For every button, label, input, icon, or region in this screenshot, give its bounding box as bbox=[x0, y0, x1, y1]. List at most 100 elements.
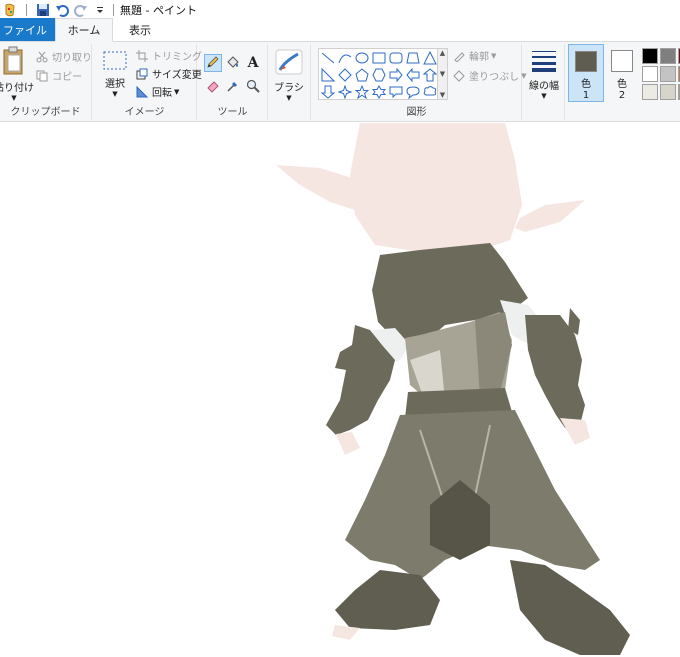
right-arrow-shape[interactable] bbox=[388, 67, 404, 83]
chevron-down-icon: ▼ bbox=[11, 94, 17, 102]
outline-icon bbox=[452, 49, 466, 63]
down-arrow-shape[interactable] bbox=[320, 84, 336, 100]
character-ears bbox=[515, 200, 585, 232]
undo-icon[interactable] bbox=[54, 2, 70, 18]
text-tool[interactable]: A bbox=[244, 54, 262, 72]
select-button[interactable]: 選択 ▼ bbox=[97, 50, 133, 98]
paint-app-icon[interactable] bbox=[2, 2, 18, 18]
color2-button[interactable]: 色 2 bbox=[604, 44, 640, 102]
up-arrow-shape[interactable] bbox=[422, 67, 438, 83]
ribbon-tabs: ファイル ホーム 表示 bbox=[0, 18, 680, 42]
tab-file[interactable]: ファイル bbox=[0, 18, 55, 41]
customize-dropdown-icon[interactable] bbox=[92, 2, 108, 18]
chevron-up-icon[interactable]: ▲ bbox=[440, 49, 445, 57]
six-point-star-shape[interactable] bbox=[371, 84, 387, 100]
clipboard-group: 貼り付け ▼ 切り取り コピー クリップボード bbox=[0, 44, 92, 120]
shape-fill-label: 塗りつぶし bbox=[469, 72, 520, 83]
select-rectangle-icon bbox=[102, 50, 128, 75]
copy-button[interactable]: コピー bbox=[35, 68, 82, 83]
polygon-shape[interactable] bbox=[405, 50, 421, 66]
shapes-gallery-scroll[interactable]: ▲ ▼ ▼ bbox=[438, 48, 448, 100]
resize-label: サイズ変更 bbox=[152, 70, 202, 81]
size-button[interactable]: 線の幅 ▼ bbox=[525, 48, 563, 100]
color2-number: 2 bbox=[618, 90, 626, 101]
palette-color-lightgray[interactable] bbox=[660, 66, 676, 82]
image-group-label: イメージ bbox=[124, 107, 165, 118]
color1-swatch bbox=[575, 51, 597, 72]
color2-label: 色 bbox=[617, 79, 627, 90]
palette-color-gray[interactable] bbox=[660, 48, 676, 64]
left-arrow-shape[interactable] bbox=[405, 67, 421, 83]
character-ears bbox=[276, 165, 360, 210]
crop-button[interactable]: トリミング bbox=[135, 48, 202, 63]
size-label: 線の幅 bbox=[529, 81, 559, 92]
chevron-down-icon[interactable]: ▼ bbox=[440, 70, 445, 78]
color-picker-tool[interactable] bbox=[224, 78, 242, 96]
separator bbox=[26, 3, 27, 16]
palette-color-black[interactable] bbox=[642, 48, 658, 64]
character-hand-right bbox=[560, 418, 590, 445]
brush-icon bbox=[274, 48, 304, 79]
fill-bucket-icon bbox=[452, 69, 466, 83]
triangle-shape[interactable] bbox=[422, 50, 438, 66]
tools-group: A ツール bbox=[198, 44, 268, 120]
diamond-shape[interactable] bbox=[337, 67, 353, 83]
outline-button[interactable]: 輪郭 ▼ bbox=[452, 48, 496, 63]
eraser-tool[interactable] bbox=[204, 78, 222, 96]
pentagon-shape[interactable] bbox=[354, 67, 370, 83]
chevron-down-icon: ▼ bbox=[286, 94, 292, 102]
palette-color-white[interactable] bbox=[642, 66, 658, 82]
magnifier-icon bbox=[246, 79, 260, 96]
window-title: 無題 - ペイント bbox=[120, 3, 197, 17]
hexagon-shape[interactable] bbox=[371, 67, 387, 83]
character-hand-left bbox=[336, 432, 360, 455]
palette-color-custom2[interactable] bbox=[660, 84, 676, 100]
crop-label: トリミング bbox=[152, 52, 202, 63]
clipboard-group-label: クリップボード bbox=[10, 107, 81, 118]
cut-button[interactable]: 切り取り bbox=[35, 49, 92, 64]
image-group: 選択 ▼ トリミング サイズ変更 回転 ▼ イメージ bbox=[93, 44, 202, 120]
tab-view[interactable]: 表示 bbox=[119, 18, 161, 41]
shape-fill-button[interactable]: 塗りつぶし ▼ bbox=[452, 68, 527, 83]
outline-label: 輪郭 bbox=[469, 52, 489, 63]
resize-icon bbox=[135, 67, 149, 81]
ribbon: 貼り付け ▼ 切り取り コピー クリップボード 選択 ▼ bbox=[0, 42, 680, 122]
save-icon[interactable] bbox=[35, 2, 51, 18]
resize-button[interactable]: サイズ変更 bbox=[135, 66, 202, 81]
fill-tool[interactable] bbox=[224, 54, 242, 72]
character-boot-left bbox=[335, 570, 440, 630]
oval-callout-shape[interactable] bbox=[405, 84, 421, 100]
color2-swatch bbox=[611, 50, 633, 72]
line-shape[interactable] bbox=[320, 50, 336, 66]
palette-color-custom1[interactable] bbox=[642, 84, 658, 100]
drawing-canvas[interactable] bbox=[0, 123, 680, 657]
rectangle-shape[interactable] bbox=[371, 50, 387, 66]
brushes-button[interactable]: ブラシ ▼ bbox=[271, 48, 307, 102]
cloud-callout-shape[interactable] bbox=[422, 84, 438, 100]
five-point-star-shape[interactable] bbox=[354, 84, 370, 100]
rounded-rectangle-shape[interactable] bbox=[388, 50, 404, 66]
character-boot-right bbox=[510, 560, 630, 655]
expand-gallery-icon[interactable]: ▼ bbox=[440, 91, 445, 99]
color1-button[interactable]: 色 1 bbox=[568, 44, 604, 102]
rotate-button[interactable]: 回転 ▼ bbox=[135, 84, 179, 99]
paste-button[interactable]: 貼り付け ▼ bbox=[0, 46, 34, 102]
oval-shape[interactable] bbox=[354, 50, 370, 66]
rect-callout-shape[interactable] bbox=[388, 84, 404, 100]
curve-shape[interactable] bbox=[337, 50, 353, 66]
text-icon: A bbox=[247, 55, 259, 71]
right-triangle-shape[interactable] bbox=[320, 67, 336, 83]
chevron-down-icon: ▼ bbox=[174, 87, 180, 96]
select-label: 選択 bbox=[105, 79, 125, 90]
brushes-label: ブラシ bbox=[274, 83, 304, 94]
scissors-icon bbox=[35, 50, 49, 64]
magnifier-tool[interactable] bbox=[244, 78, 262, 96]
color1-number: 1 bbox=[582, 90, 590, 101]
copy-label: コピー bbox=[52, 72, 82, 83]
four-point-star-shape[interactable] bbox=[337, 84, 353, 100]
shapes-gallery bbox=[318, 48, 438, 100]
pencil-tool[interactable] bbox=[204, 54, 222, 72]
chevron-down-icon: ▼ bbox=[112, 90, 118, 98]
redo-icon[interactable] bbox=[73, 2, 89, 18]
tab-home[interactable]: ホーム bbox=[55, 18, 113, 42]
